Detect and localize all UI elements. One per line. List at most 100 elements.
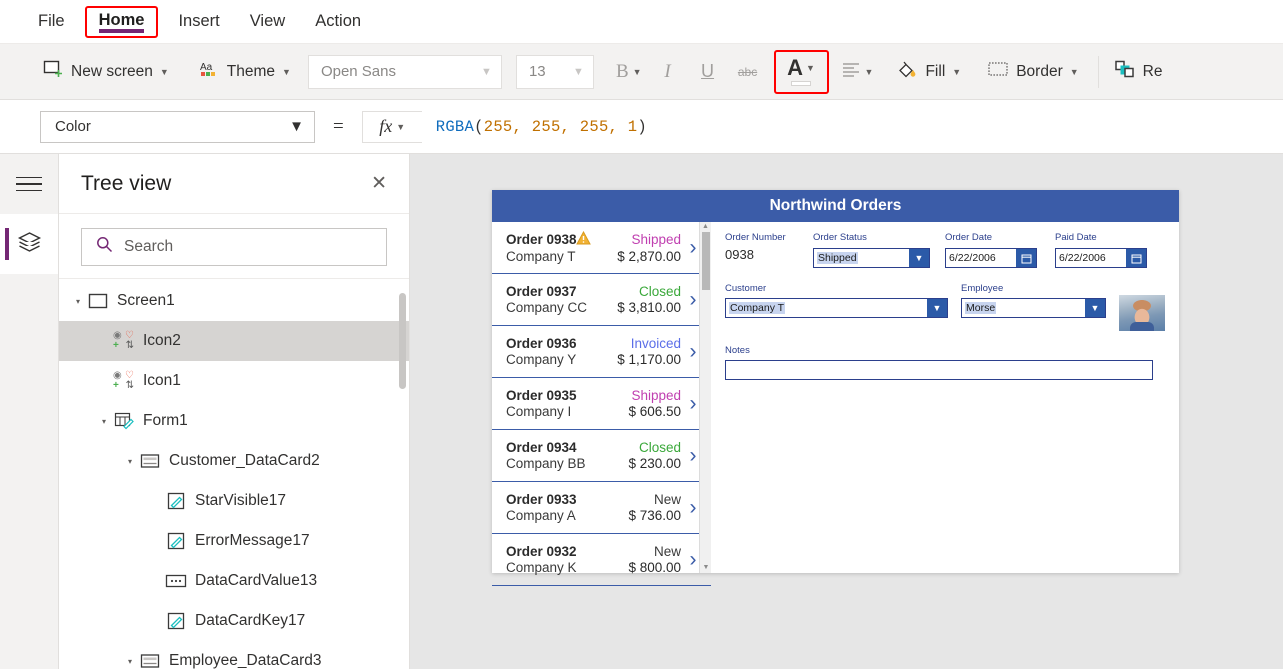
gallery-row[interactable]: Order 0937ClosedCompany CC$ 3,810.00› (492, 274, 711, 326)
tree-node-customer_datacard2[interactable]: ▾ Customer_DataCard2 (59, 441, 409, 481)
tree-scrollbar-thumb[interactable] (399, 293, 406, 389)
scroll-up-icon[interactable]: ▲ (700, 222, 711, 232)
app-canvas: Northwind Orders Order 0938ShippedCompan… (410, 154, 1283, 669)
tree-node-employee_datacard3[interactable]: ▾Employee_DataCard3 (59, 641, 409, 669)
order-status-dropdown[interactable]: Shipped ▼ (813, 248, 930, 268)
tree-view-header: Tree view ✕ (59, 154, 409, 214)
tree-node-starvisible17[interactable]: StarVisible17 (59, 481, 409, 521)
refresh-icon: ⇅ (126, 341, 134, 351)
tree-node-label: Customer_DataCard2 (169, 452, 320, 470)
gallery-row-text: Order 0937ClosedCompany CC$ 3,810.00 (506, 284, 681, 315)
formula-input[interactable]: RGBA(255, 255, 255, 1) (422, 111, 1283, 143)
plus-icon: + (113, 381, 119, 391)
tree-node-icon1[interactable]: ◉♡+⇅Icon1 (59, 361, 409, 401)
gallery-company: Company I (506, 404, 571, 419)
strikethrough-button[interactable]: abc (728, 52, 768, 92)
formula-arguments: 255, 255, 255, 1 (484, 118, 638, 136)
formula-paren-close: ) (637, 118, 647, 136)
reorder-icon (1114, 59, 1136, 85)
new-screen-button[interactable]: New screen ▼ (34, 52, 178, 92)
gallery-amount: $ 3,810.00 (617, 300, 681, 315)
tree-scrollbar[interactable] (399, 279, 406, 669)
menu-bar: File Home Insert View Action (0, 0, 1283, 44)
ribbon-toolbar: New screen ▼ Aa Theme ▼ Open Sans ▼ 13 ▼… (0, 44, 1283, 100)
order-date-label: Order Date (945, 232, 1055, 243)
customer-value: Company T (729, 302, 785, 314)
property-select[interactable]: Color ▼ (40, 111, 315, 143)
avatar[interactable] (1119, 295, 1165, 331)
paid-date-picker[interactable]: 6/22/2006 (1055, 248, 1147, 268)
gallery-row[interactable]: Order 0936InvoicedCompany Y$ 1,170.00› (492, 326, 711, 378)
close-icon[interactable]: ✕ (371, 174, 387, 193)
gallery-row[interactable]: Order 0938ShippedCompany T$ 2,870.00› (492, 222, 711, 274)
notes-input[interactable] (725, 360, 1153, 380)
menu-item-insert[interactable]: Insert (176, 8, 221, 35)
expand-caret-icon[interactable]: ▾ (123, 657, 137, 666)
layers-icon (16, 230, 43, 259)
menu-item-action[interactable]: Action (313, 8, 363, 35)
gallery-scrollbar[interactable]: ▲ ▼ (699, 222, 711, 573)
order-gallery[interactable]: Order 0938ShippedCompany T$ 2,870.00›Ord… (492, 222, 711, 573)
expand-caret-icon[interactable]: ▾ (71, 297, 85, 306)
gallery-scrollbar-thumb[interactable] (702, 232, 710, 290)
theme-label: Theme (227, 63, 275, 81)
theme-button[interactable]: Aa Theme ▼ (190, 52, 300, 92)
order-date-picker[interactable]: 6/22/2006 (945, 248, 1037, 268)
align-button[interactable]: ▼ (835, 52, 880, 92)
search-placeholder: Search (124, 238, 173, 256)
search-input[interactable]: Search (81, 228, 387, 266)
plus-icon: + (113, 341, 119, 351)
fill-button[interactable]: Fill ▼ (887, 52, 970, 92)
pencil-icon (163, 612, 189, 630)
chevron-down-icon: ▼ (396, 122, 405, 132)
rail-item-tree-view[interactable] (0, 214, 58, 274)
chevron-down-icon: ▼ (909, 249, 929, 267)
dots-icon (163, 574, 189, 588)
font-color-button[interactable]: A ▼ (774, 50, 829, 94)
search-icon (96, 236, 113, 258)
tree-node-icon2[interactable]: ◉♡+⇅Icon2 (59, 321, 409, 361)
gallery-company: Company K (506, 560, 577, 575)
expand-caret-icon[interactable]: ▾ (97, 417, 111, 426)
border-icon (987, 59, 1009, 84)
customer-dropdown[interactable]: Company T ▼ (725, 298, 948, 318)
underline-button[interactable]: U (688, 52, 728, 92)
customer-field: Customer Company T ▼ (725, 283, 961, 331)
menu-item-home[interactable]: Home (85, 6, 159, 38)
status-badge: New (654, 492, 681, 507)
menu-item-file[interactable]: File (36, 8, 67, 35)
tree-node-label: Form1 (143, 412, 188, 430)
employee-dropdown[interactable]: Morse ▼ (961, 298, 1106, 318)
fx-button[interactable]: fx ▼ (362, 111, 422, 143)
bold-button[interactable]: B ▼ (610, 52, 648, 92)
font-color-icon: A (787, 57, 803, 79)
tree-node-datacardvalue13[interactable]: DataCardValue13 (59, 561, 409, 601)
italic-button[interactable]: I (648, 52, 688, 92)
gallery-row[interactable]: Order 0932NewCompany K$ 800.00› (492, 534, 711, 586)
notes-label: Notes (725, 345, 1165, 356)
tree-node-screen1[interactable]: ▾Screen1 (59, 281, 409, 321)
gallery-company: Company A (506, 508, 576, 523)
tree-node-errormessage17[interactable]: ErrorMessage17 (59, 521, 409, 561)
tree-node-label: DataCardValue13 (195, 572, 317, 590)
form-row-1: Order Number 0938 Order Status Shipped ▼… (725, 232, 1165, 279)
menu-item-view[interactable]: View (248, 8, 287, 35)
chevron-down-icon: ▼ (927, 299, 947, 317)
reorder-button[interactable]: Re (1105, 52, 1172, 92)
chevron-down-icon: ▼ (289, 118, 304, 135)
border-button[interactable]: Border ▼ (978, 52, 1087, 92)
new-screen-label: New screen (71, 63, 153, 81)
expand-caret-icon[interactable]: ▾ (123, 457, 137, 466)
card-icon (137, 453, 163, 469)
font-size-select[interactable]: 13 ▼ (516, 55, 594, 89)
tree-node-label: DataCardKey17 (195, 612, 305, 630)
gallery-row[interactable]: Order 0934ClosedCompany BB$ 230.00› (492, 430, 711, 482)
gallery-row[interactable]: Order 0935ShippedCompany I$ 606.50› (492, 378, 711, 430)
hamburger-menu-button[interactable] (0, 154, 58, 214)
tree-node-datacardkey17[interactable]: DataCardKey17 (59, 601, 409, 641)
italic-icon: I (664, 61, 670, 83)
font-family-select[interactable]: Open Sans ▼ (308, 55, 502, 89)
tree-node-form1[interactable]: ▾ Form1 (59, 401, 409, 441)
refresh-icon: ⇅ (126, 381, 134, 391)
gallery-row[interactable]: Order 0933NewCompany A$ 736.00› (492, 482, 711, 534)
